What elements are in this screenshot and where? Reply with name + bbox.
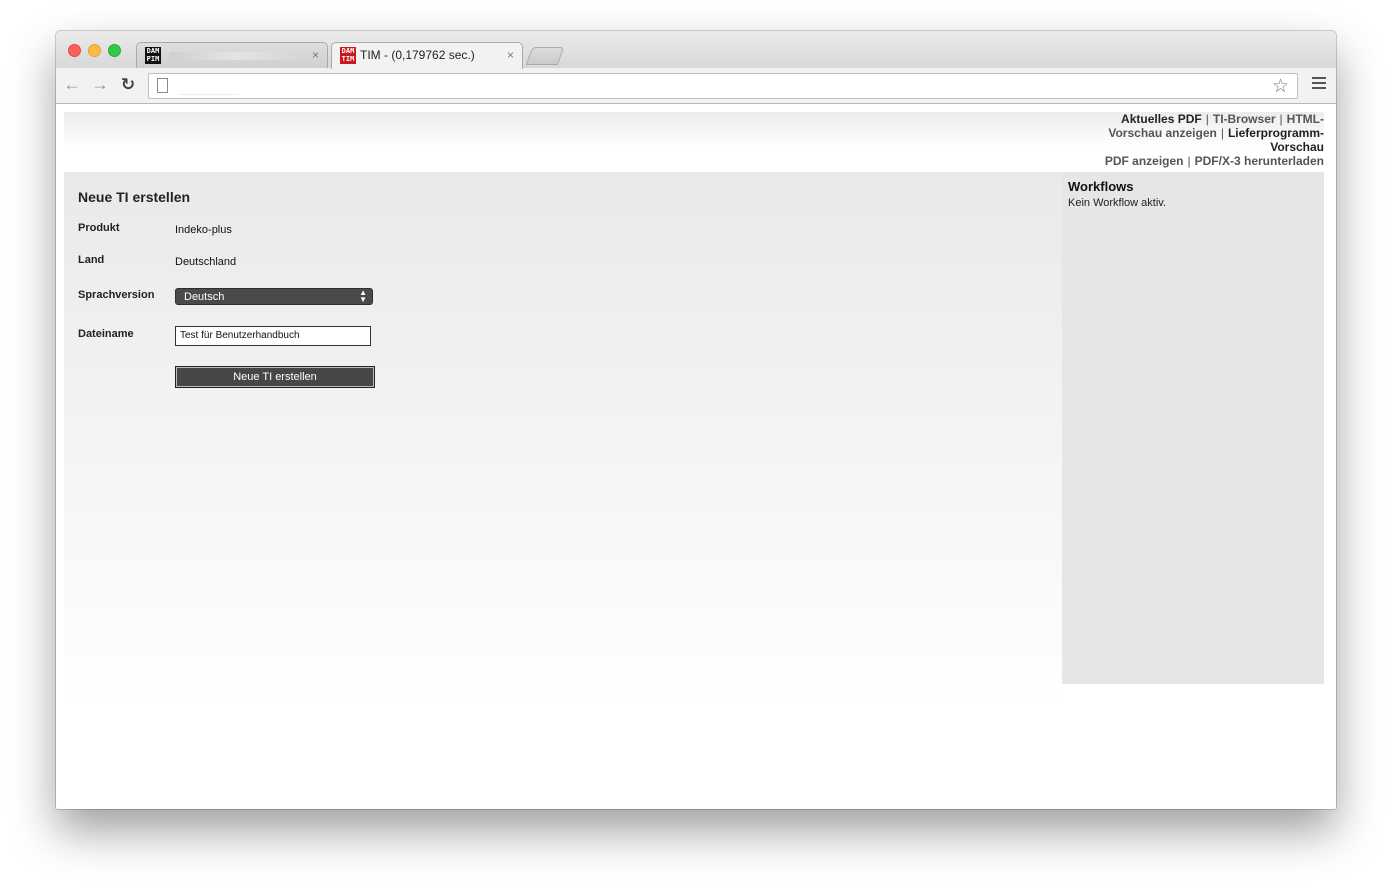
dam-tim-favicon-icon: DAM TIM (340, 47, 356, 64)
dam-pim-favicon-icon: DAM PIM (145, 47, 161, 64)
land-label: Land (78, 254, 105, 266)
url-text[interactable] (179, 78, 239, 95)
nav-separator: | (1205, 112, 1209, 126)
sprachversion-selected: Deutsch (184, 291, 225, 303)
nav-separator: | (1220, 126, 1224, 140)
tab-close-icon[interactable]: × (507, 48, 514, 62)
web-page: Aktuelles PDF | TI-Browser | HTML-Vorschau a… (56, 104, 1336, 809)
tab-close-icon[interactable]: × (312, 48, 319, 62)
new-tab-button[interactable] (525, 47, 565, 65)
link-ti-browser[interactable]: TI-Browser (1213, 112, 1276, 126)
star-icon[interactable]: ☆ (1272, 75, 1289, 98)
reload-icon[interactable]: ↻ (118, 75, 138, 95)
main-content: Neue TI erstellen Produkt Indeko-plus La… (64, 172, 1062, 712)
link-pdf-anzeigen[interactable]: PDF anzeigen (1105, 154, 1184, 168)
tab-title-blurred (169, 52, 299, 60)
workflows-status: Kein Workflow aktiv. (1068, 197, 1167, 209)
browser-window: DAM PIM × DAM TIM TIM - (0,179762 sec.) × … (56, 31, 1336, 809)
arrow-left-icon[interactable]: ← (62, 75, 82, 95)
top-navigation: Aktuelles PDF | TI-Browser | HTML-Vorschau a… (1084, 112, 1324, 168)
link-lieferprogramm-vorschau[interactable]: Lieferprogramm-Vorschau (1228, 126, 1324, 154)
neue-ti-erstellen-button[interactable]: Neue TI erstellen (175, 366, 375, 388)
tab-title: TIM - (0,179762 sec.) (360, 48, 475, 62)
workflows-title: Workflows (1068, 179, 1134, 194)
tab-tim[interactable]: DAM TIM TIM - (0,179762 sec.) × (331, 42, 523, 69)
link-aktuelles-pdf[interactable]: Aktuelles PDF (1121, 112, 1202, 126)
select-arrows-icon: ▲ ▼ (359, 288, 367, 304)
produkt-value: Indeko-plus (175, 224, 232, 236)
browser-toolbar: ← → ↻ ☆ (56, 68, 1336, 104)
produkt-label: Produkt (78, 222, 120, 234)
address-bar[interactable]: ☆ (148, 73, 1298, 99)
page-icon (157, 78, 168, 93)
tab-pim[interactable]: DAM PIM × (136, 42, 328, 69)
workflows-panel: Workflows Kein Workflow aktiv. (1062, 172, 1324, 684)
window-minimize-button[interactable] (88, 44, 101, 57)
dateiname-label: Dateiname (78, 328, 134, 340)
land-value: Deutschland (175, 256, 237, 268)
link-pdfx3-herunterladen[interactable]: PDF/X-3 herunterladen (1195, 154, 1324, 168)
tab-strip: DAM PIM × DAM TIM TIM - (0,179762 sec.) × (56, 31, 1336, 69)
nav-separator: | (1187, 154, 1191, 168)
window-close-button[interactable] (68, 44, 81, 57)
sprachversion-select[interactable]: Deutsch ▲ ▼ (175, 288, 373, 305)
window-maximize-button[interactable] (108, 44, 121, 57)
arrow-right-icon[interactable]: → (90, 75, 110, 95)
hamburger-menu-icon[interactable] (1312, 77, 1326, 91)
form-title: Neue TI erstellen (78, 189, 191, 205)
dateiname-input[interactable]: Test für Benutzerhandbuch (175, 326, 371, 346)
sprachversion-label: Sprachversion (78, 289, 155, 301)
nav-separator: | (1279, 112, 1283, 126)
